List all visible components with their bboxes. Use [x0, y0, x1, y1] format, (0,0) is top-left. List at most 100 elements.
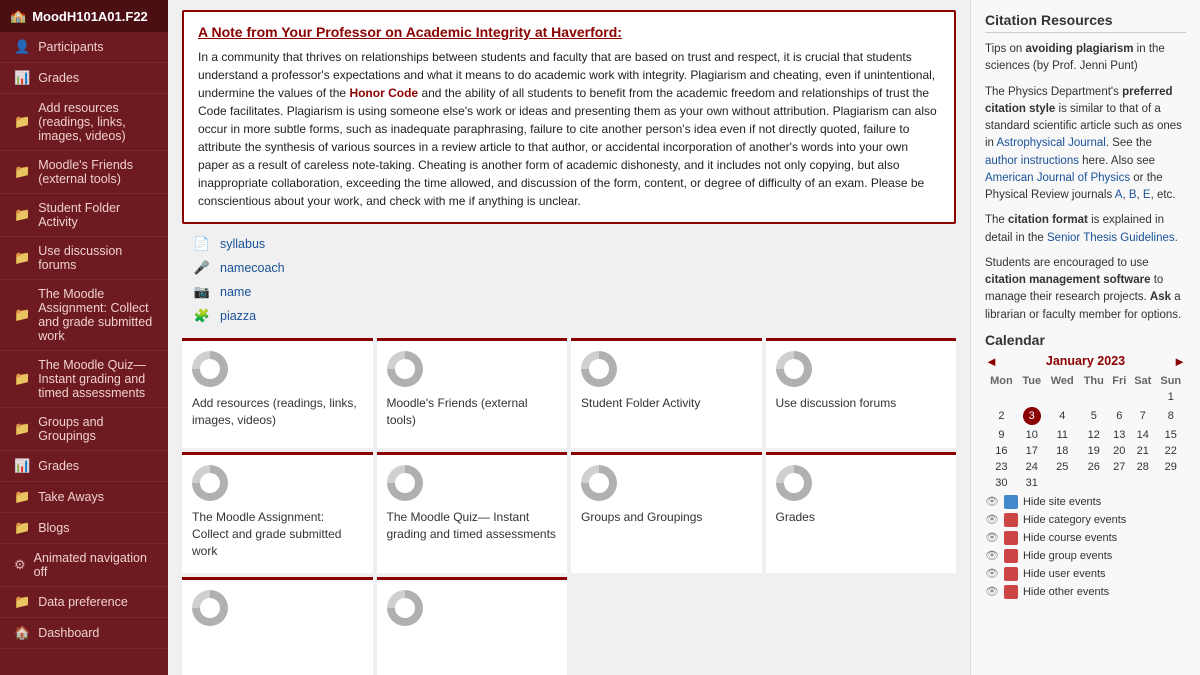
link-label-piazza: piazza — [220, 309, 256, 323]
sidebar-label-data-preference: Data preference — [38, 595, 128, 609]
sidebar-item-add-resources[interactable]: 📁Add resources (readings, links, images,… — [0, 94, 168, 151]
cal-day-2[interactable]: 2 — [985, 405, 1018, 427]
sidebar-label-animated-nav: Animated navigation off — [34, 551, 158, 579]
sidebar-item-moodles-friends[interactable]: 📁Moodle's Friends (external tools) — [0, 151, 168, 194]
sidebar-item-participants[interactable]: 👤Participants — [0, 32, 168, 63]
sidebar-icon-take-aways: 📁 — [14, 489, 30, 505]
cal-day-15[interactable]: 15 — [1156, 427, 1186, 443]
sidebar-item-grades[interactable]: 📊Grades — [0, 63, 168, 94]
honor-code-link[interactable]: Honor Code — [349, 86, 418, 100]
cal-day-3[interactable]: 3 — [1018, 405, 1046, 427]
event-course-events[interactable]: 👁 Hide course events — [985, 531, 1186, 545]
sidebar-item-groups-groupings[interactable]: 📁Groups and Groupings — [0, 408, 168, 451]
cal-day-16[interactable]: 16 — [985, 443, 1018, 459]
cal-day-10[interactable]: 10 — [1018, 427, 1046, 443]
cal-day-13[interactable]: 13 — [1109, 427, 1130, 443]
cal-day-31[interactable]: 31 — [1018, 475, 1046, 491]
sidebar-item-moodle-assignment[interactable]: 📁The Moodle Assignment: Collect and grad… — [0, 280, 168, 351]
cal-day-25[interactable]: 25 — [1046, 459, 1079, 475]
eye-icon-site-events: 👁 — [985, 495, 999, 508]
link-namecoach[interactable]: 🎤namecoach — [192, 258, 956, 278]
pre-link[interactable]: E — [1143, 189, 1151, 201]
cal-dow-tue: Tue — [1018, 373, 1046, 389]
sidebar-icon-participants: 👤 — [14, 39, 30, 55]
cal-prev-button[interactable]: ◄ — [985, 354, 998, 369]
cal-day-9[interactable]: 9 — [985, 427, 1018, 443]
cal-day-14[interactable]: 14 — [1130, 427, 1156, 443]
sidebar-item-discussion-forums[interactable]: 📁Use discussion forums — [0, 237, 168, 280]
sidebar-label-moodles-friends: Moodle's Friends (external tools) — [38, 158, 158, 186]
sidebar-label-discussion-forums: Use discussion forums — [38, 244, 158, 272]
cal-day-7[interactable]: 7 — [1130, 405, 1156, 427]
cal-day-19[interactable]: 19 — [1079, 443, 1109, 459]
cal-day-20[interactable]: 20 — [1109, 443, 1130, 459]
card-use-discussion[interactable]: Use discussion forums — [766, 338, 957, 448]
card-icon-moodle-assignment — [192, 465, 228, 501]
card-more1[interactable] — [182, 577, 373, 675]
cal-day-17[interactable]: 17 — [1018, 443, 1046, 459]
notice-box: A Note from Your Professor on Academic I… — [182, 10, 956, 224]
sidebar-item-blogs[interactable]: 📁Blogs — [0, 513, 168, 544]
cal-day-28[interactable]: 28 — [1130, 459, 1156, 475]
event-site-events[interactable]: 👁 Hide site events — [985, 495, 1186, 509]
sidebar-item-dashboard[interactable]: 🏠Dashboard — [0, 618, 168, 649]
sidebar-item-grades2[interactable]: 📊Grades — [0, 451, 168, 482]
cal-day-21[interactable]: 21 — [1130, 443, 1156, 459]
astrophysical-link[interactable]: Astrophysical Journal — [997, 137, 1106, 149]
sidebar-label-moodle-quiz: The Moodle Quiz— Instant grading and tim… — [38, 358, 158, 400]
sidebar-label-add-resources: Add resources (readings, links, images, … — [38, 101, 158, 143]
card-add-resources[interactable]: Add resources (readings, links, images, … — [182, 338, 373, 448]
cal-day-empty — [1109, 475, 1130, 491]
event-other-events[interactable]: 👁 Hide other events — [985, 585, 1186, 599]
cal-day-5[interactable]: 5 — [1079, 405, 1109, 427]
card-label-student-folder: Student Folder Activity — [581, 395, 752, 412]
event-user-events[interactable]: 👁 Hide user events — [985, 567, 1186, 581]
card-student-folder[interactable]: Student Folder Activity — [571, 338, 762, 448]
event-group-events[interactable]: 👁 Hide group events — [985, 549, 1186, 563]
sidebar-item-data-preference[interactable]: 📁Data preference — [0, 587, 168, 618]
event-category-events[interactable]: 👁 Hide category events — [985, 513, 1186, 527]
sidebar-logo-icon: 🏫 — [10, 8, 26, 24]
card-groups-groupings[interactable]: Groups and Groupings — [571, 452, 762, 573]
sidebar-item-student-folder[interactable]: 📁Student Folder Activity — [0, 194, 168, 237]
cal-day-1[interactable]: 1 — [1156, 389, 1186, 405]
card-moodles-friends[interactable]: Moodle's Friends (external tools) — [377, 338, 568, 448]
link-name[interactable]: 📷name — [192, 282, 956, 302]
cal-day-26[interactable]: 26 — [1079, 459, 1109, 475]
cal-day-12[interactable]: 12 — [1079, 427, 1109, 443]
cal-day-24[interactable]: 24 — [1018, 459, 1046, 475]
card-moodle-quiz[interactable]: The Moodle Quiz— Instant grading and tim… — [377, 452, 568, 573]
thesis-guidelines-link[interactable]: Senior Thesis Guidelines — [1047, 232, 1175, 244]
cal-day-4[interactable]: 4 — [1046, 405, 1079, 427]
sidebar-item-moodle-quiz[interactable]: 📁 The Moodle Quiz— Instant grading and ti… — [0, 351, 168, 408]
link-syllabus[interactable]: 📄syllabus — [192, 234, 956, 254]
sidebar-item-animated-nav[interactable]: ⚙Animated navigation off — [0, 544, 168, 587]
cal-day-6[interactable]: 6 — [1109, 405, 1130, 427]
card-more2[interactable] — [377, 577, 568, 675]
cal-day-11[interactable]: 11 — [1046, 427, 1079, 443]
link-label-syllabus: syllabus — [220, 237, 265, 251]
cal-next-button[interactable]: ► — [1173, 354, 1186, 369]
prb-link[interactable]: B — [1129, 189, 1137, 201]
card-moodle-assignment[interactable]: The Moodle Assignment: Collect and grade… — [182, 452, 373, 573]
cal-day-23[interactable]: 23 — [985, 459, 1018, 475]
cards-grid: Add resources (readings, links, images, … — [182, 338, 956, 675]
sidebar-label-grades: Grades — [38, 71, 79, 85]
cal-day-30[interactable]: 30 — [985, 475, 1018, 491]
cal-day-29[interactable]: 29 — [1156, 459, 1186, 475]
link-piazza[interactable]: 🧩piazza — [192, 306, 956, 326]
card-icon-grades — [776, 465, 812, 501]
sidebar-item-take-aways[interactable]: 📁Take Aways — [0, 482, 168, 513]
cal-day-27[interactable]: 27 — [1109, 459, 1130, 475]
cal-day-8[interactable]: 8 — [1156, 405, 1186, 427]
cal-day-22[interactable]: 22 — [1156, 443, 1186, 459]
card-label-use-discussion: Use discussion forums — [776, 395, 947, 412]
card-grades[interactable]: Grades — [766, 452, 957, 573]
sidebar-header[interactable]: 🏫 MoodH101A01.F22 — [0, 0, 168, 32]
sidebar-icon-moodle-quiz: 📁 — [14, 371, 30, 387]
author-instructions-link[interactable]: author instructions — [985, 155, 1079, 167]
pra-link[interactable]: A — [1115, 189, 1123, 201]
sidebar-label-moodle-assignment: The Moodle Assignment: Collect and grade… — [38, 287, 158, 343]
american-journal-link[interactable]: American Journal of Physics — [985, 172, 1130, 184]
cal-day-18[interactable]: 18 — [1046, 443, 1079, 459]
